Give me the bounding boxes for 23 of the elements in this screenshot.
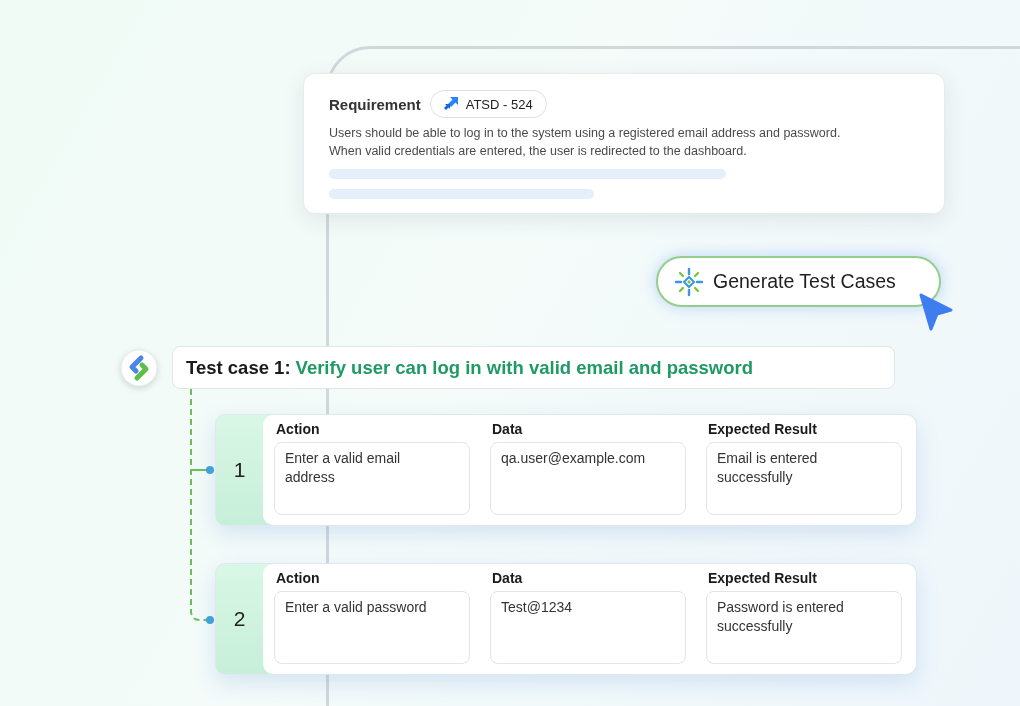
double-arrow-icon <box>442 96 459 112</box>
ticket-badge[interactable]: ATSD - 524 <box>429 90 547 118</box>
burst-icon <box>674 266 704 297</box>
step-text-field[interactable]: qa.user@example.com <box>490 442 686 515</box>
column-label: Action <box>275 570 321 587</box>
step-number: 2 <box>233 607 246 631</box>
test-case-title: Test case 1: Verify user can log in with valid email and password <box>172 346 895 389</box>
step-text-field[interactable]: Enter a valid password <box>274 591 470 664</box>
step-text-field[interactable]: Email is entered successfully <box>706 442 902 515</box>
cursor-icon <box>918 292 954 332</box>
step-text-field[interactable]: Enter a valid email address <box>274 442 470 515</box>
column-label: Data <box>491 570 524 587</box>
step-number: 1 <box>233 458 246 482</box>
logo-icon <box>120 348 158 387</box>
column-label: Expected Result <box>707 421 818 438</box>
requirement-label: Requirement <box>329 95 421 113</box>
column-label: Expected Result <box>707 570 818 587</box>
column-label: Action <box>275 421 321 438</box>
requirement-description: Users should be able to log in to the system using a registered email address and password. When valid credentials are entered, the user is redirected to the dashboard. <box>329 125 842 160</box>
step-text-field[interactable]: Password is entered successfully <box>706 591 902 664</box>
column-label: Data <box>491 421 524 438</box>
generate-test-cases-button[interactable]: Generate Test Cases <box>656 256 941 307</box>
step-text-field[interactable]: Test@1234 <box>490 591 686 664</box>
